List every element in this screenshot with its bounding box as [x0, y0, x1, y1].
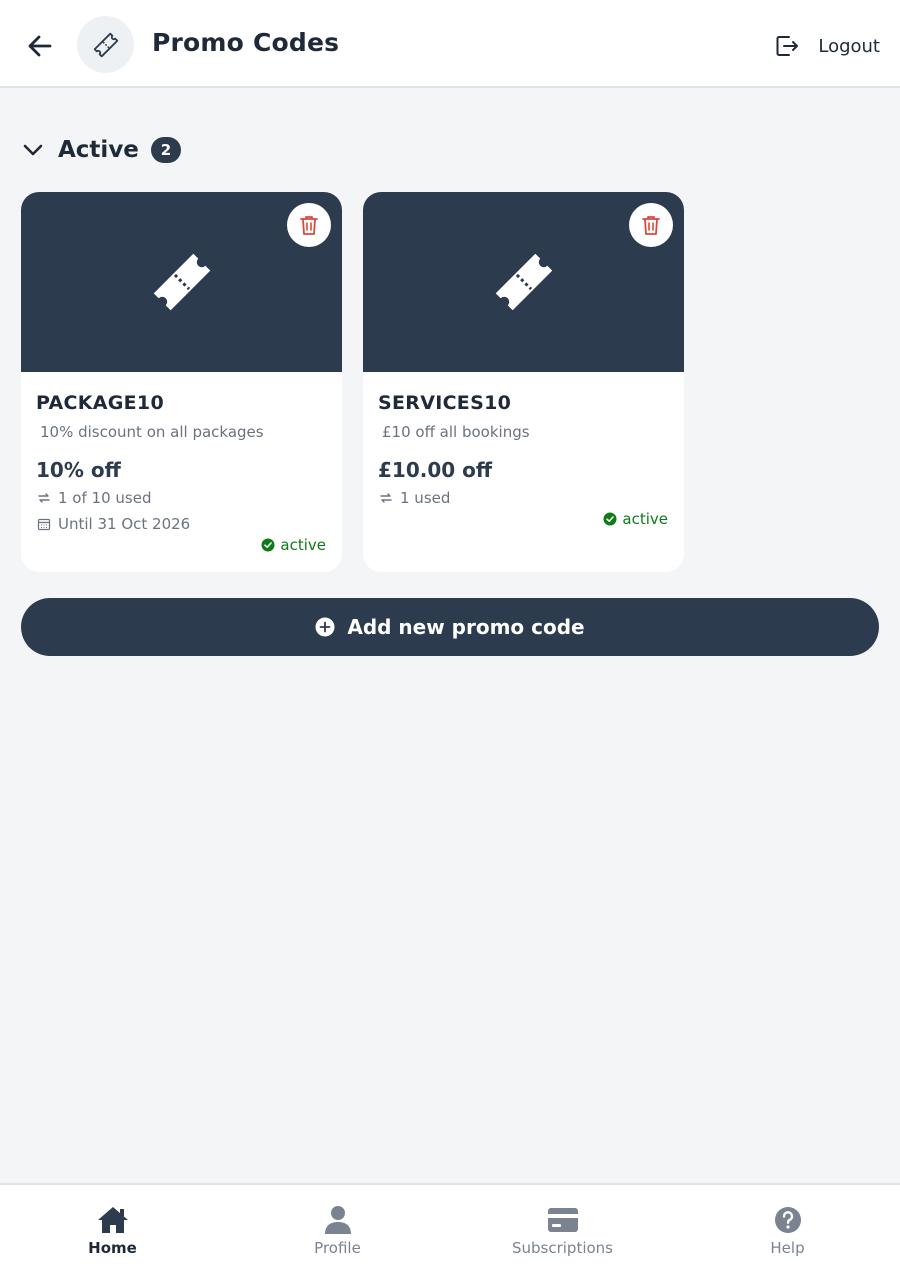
nav-label: Home	[88, 1239, 137, 1257]
chevron-down-icon	[23, 144, 43, 156]
status-text: active	[622, 510, 668, 528]
promo-code-name: PACKAGE10	[36, 392, 164, 414]
delete-button[interactable]	[629, 203, 673, 247]
nav-item-subscriptions[interactable]: Subscriptions	[450, 1185, 675, 1286]
promo-code-value: £10.00 off	[378, 458, 493, 482]
nav-label: Profile	[314, 1239, 361, 1257]
ticket-icon	[153, 253, 210, 311]
trash-icon	[642, 216, 660, 235]
repeat-icon	[38, 493, 50, 503]
usage-row: 1 of 10 used	[37, 489, 151, 507]
delete-button[interactable]	[287, 203, 331, 247]
repeat-icon	[380, 493, 392, 503]
status-text: active	[280, 536, 326, 554]
nav-label: Subscriptions	[511, 1239, 613, 1257]
promo-card[interactable]: PACKAGE10 10% discount on all packages 1…	[21, 192, 342, 572]
logout-button[interactable]: Logout	[774, 26, 880, 66]
home-icon	[97, 1207, 128, 1233]
check-circle-icon	[603, 512, 617, 526]
check-circle-icon	[261, 538, 275, 552]
nav-item-home[interactable]: Home	[0, 1185, 225, 1286]
add-promo-code-button[interactable]: Add new promo code	[21, 598, 879, 656]
usage-row: 1 used	[379, 489, 450, 507]
active-section-toggle[interactable]: Active 2	[22, 132, 181, 168]
add-promo-code-label: Add new promo code	[347, 615, 585, 639]
back-button[interactable]	[22, 28, 58, 64]
bottom-navigation: Home Profile Subscriptions Help	[0, 1183, 900, 1286]
promo-card-banner	[21, 192, 342, 372]
usage-text: 1 used	[400, 489, 451, 507]
ticket-outline-icon	[93, 32, 118, 57]
promo-card[interactable]: SERVICES10 £10 off all bookings £10.00 o…	[363, 192, 684, 572]
section-title: Active	[58, 137, 139, 163]
promo-code-description: 10% discount on all packages	[40, 423, 264, 441]
nav-label: Help	[770, 1239, 805, 1257]
nav-item-help[interactable]: Help	[675, 1185, 900, 1286]
arrow-left-icon	[28, 35, 52, 57]
card-icon	[547, 1208, 578, 1232]
plus-circle-icon	[315, 617, 335, 637]
nav-item-profile[interactable]: Profile	[225, 1185, 450, 1286]
logout-icon	[776, 36, 799, 56]
expiry-text: Until 31 Oct 2026	[58, 515, 191, 533]
ticket-icon	[495, 253, 552, 311]
expiry-row: Until 31 Oct 2026	[37, 515, 190, 533]
promo-card-banner	[363, 192, 684, 372]
status-badge: active	[261, 536, 326, 554]
page-title: Promo Codes	[152, 28, 340, 57]
promo-card-body: PACKAGE10 10% discount on all packages 1…	[21, 372, 342, 572]
promo-code-name: SERVICES10	[378, 392, 512, 414]
trash-icon	[300, 216, 318, 235]
app-header: Promo Codes Logout	[0, 0, 900, 88]
promo-card-body: SERVICES10 £10 off all bookings £10.00 o…	[363, 372, 684, 572]
usage-text: 1 of 10 used	[58, 489, 152, 507]
help-icon	[774, 1207, 801, 1233]
person-icon	[324, 1206, 351, 1234]
status-badge: active	[603, 510, 668, 528]
count-badge: 2	[150, 137, 181, 163]
promo-code-description: £10 off all bookings	[382, 423, 530, 441]
calendar-icon	[37, 518, 51, 531]
promo-code-value: 10% off	[36, 458, 121, 482]
header-icon-badge	[77, 16, 134, 73]
logout-label: Logout	[818, 35, 880, 57]
